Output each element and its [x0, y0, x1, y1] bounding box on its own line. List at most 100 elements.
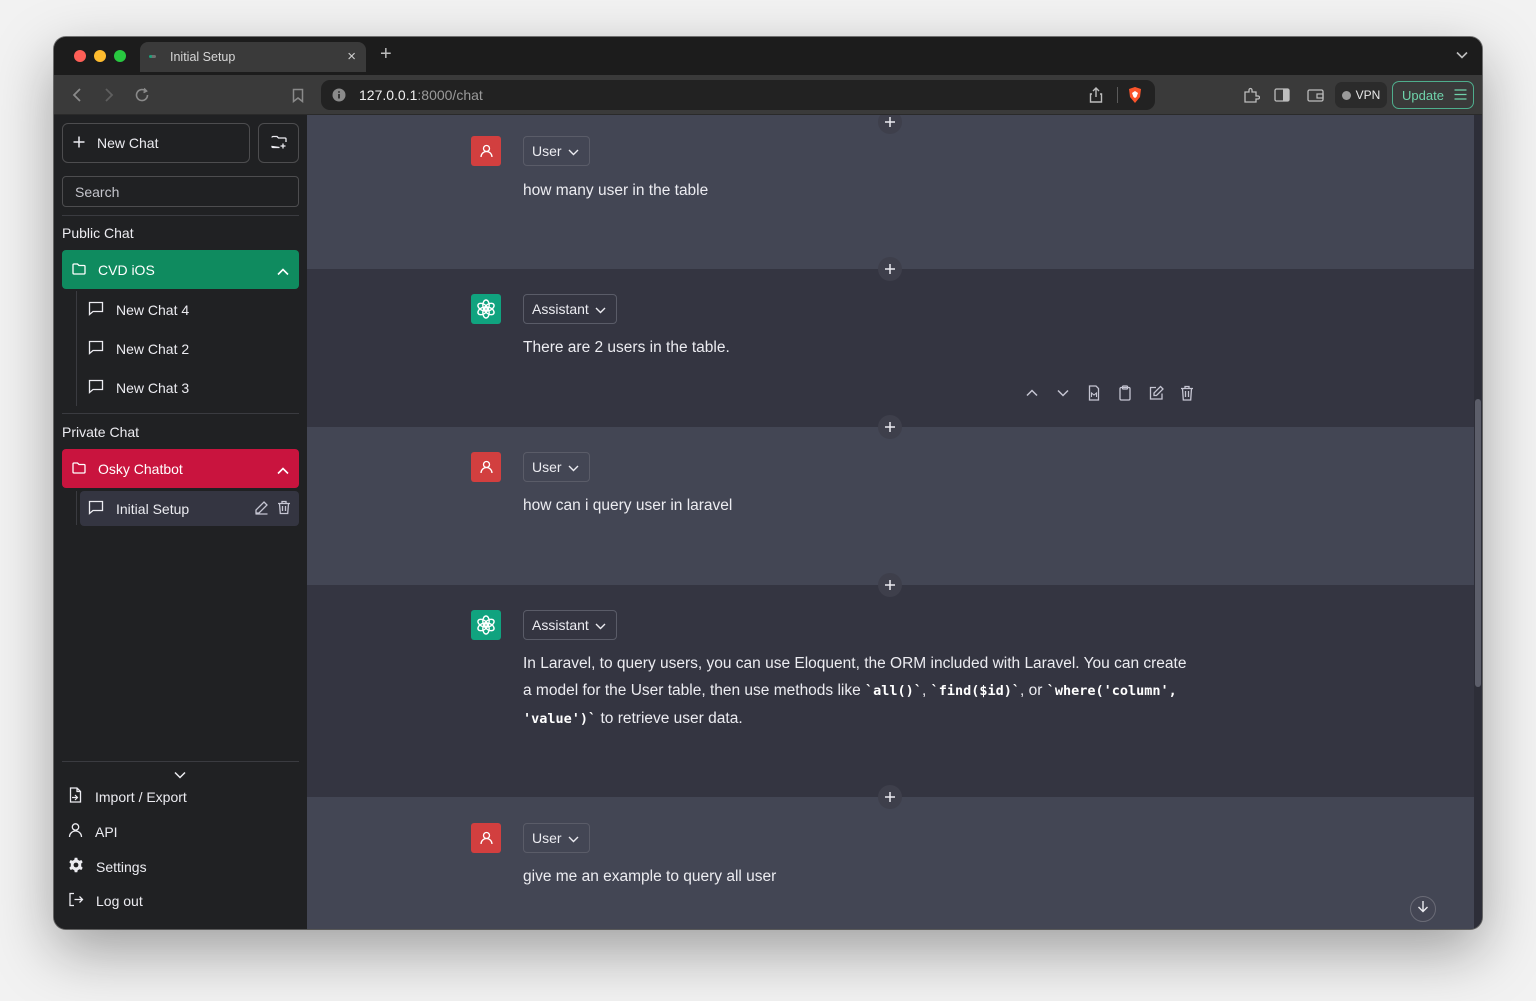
divider	[62, 413, 299, 414]
brave-shield-icon[interactable]	[1127, 86, 1143, 107]
scroll-to-bottom-button[interactable]	[1410, 896, 1436, 922]
edit-icon[interactable]	[1147, 385, 1165, 406]
chat-bubble-icon	[88, 301, 104, 319]
user-avatar	[471, 136, 501, 166]
plus-icon	[73, 135, 85, 151]
message-text-part: ,	[921, 682, 931, 699]
settings-label: Settings	[96, 858, 147, 875]
site-info-icon[interactable]	[332, 88, 346, 105]
chevron-down-icon	[595, 617, 606, 633]
close-tab-icon[interactable]: ×	[347, 48, 356, 65]
collapse-chevron-icon[interactable]	[174, 766, 186, 782]
insert-message-button[interactable]	[878, 257, 902, 281]
folder-cvd-ios[interactable]: CVD iOS	[62, 250, 299, 289]
sidebar-toggle-icon[interactable]	[1271, 84, 1293, 106]
minimize-window-button[interactable]	[94, 50, 106, 62]
chevron-up-icon[interactable]	[277, 462, 289, 478]
browser-tab[interactable]: Initial Setup ×	[140, 42, 366, 72]
trash-icon[interactable]	[277, 500, 291, 518]
folder-tree-line	[76, 491, 77, 525]
folder-icon	[72, 461, 86, 477]
chat-item-active[interactable]: Initial Setup	[80, 491, 299, 526]
role-select[interactable]: User	[523, 136, 590, 166]
new-folder-button[interactable]	[258, 123, 299, 163]
title-bar: Initial Setup × +	[54, 37, 1482, 75]
logout-button[interactable]: Log out	[68, 892, 143, 910]
folder-name: Osky Chatbot	[98, 460, 183, 477]
logout-label: Log out	[96, 893, 143, 909]
browser-toolbar: 127.0.0.1:8000/chat VPN Update	[54, 75, 1482, 115]
file-import-icon	[68, 787, 83, 806]
chevron-down-icon	[595, 301, 606, 317]
insert-message-button[interactable]	[878, 415, 902, 439]
wallet-icon[interactable]	[1304, 84, 1326, 106]
role-select[interactable]: Assistant	[523, 610, 617, 640]
inline-code: `all()`	[865, 683, 922, 699]
gear-icon	[68, 857, 84, 876]
insert-message-button[interactable]	[878, 785, 902, 809]
api-label: API	[95, 823, 118, 840]
folder-name: CVD iOS	[98, 261, 155, 278]
chat-title: New Chat 2	[116, 340, 190, 357]
role-label: Assistant	[532, 301, 589, 317]
trash-icon[interactable]	[1178, 385, 1196, 406]
scrollbar-thumb[interactable]	[1475, 399, 1481, 687]
update-button[interactable]: Update	[1392, 81, 1474, 109]
chat-item[interactable]: New Chat 4	[80, 292, 299, 327]
role-select[interactable]: Assistant	[523, 294, 617, 324]
folder-icon	[72, 262, 86, 278]
arrow-down-icon	[1417, 900, 1429, 918]
share-icon[interactable]	[1089, 87, 1103, 106]
insert-message-button[interactable]	[878, 573, 902, 597]
role-label: User	[532, 143, 562, 159]
forward-icon[interactable]	[98, 84, 120, 106]
reload-icon[interactable]	[131, 84, 153, 106]
new-tab-button[interactable]: +	[380, 43, 392, 66]
chat-item-actions	[254, 500, 291, 518]
chat-title: New Chat 3	[116, 379, 190, 396]
edit-icon[interactable]	[254, 500, 269, 518]
move-up-icon[interactable]	[1023, 385, 1041, 406]
chat-item[interactable]: New Chat 2	[80, 331, 299, 366]
message-text: how many user in the table	[523, 182, 709, 199]
url-path: :8000/chat	[417, 87, 483, 103]
chevron-down-icon	[568, 830, 579, 846]
address-bar[interactable]: 127.0.0.1:8000/chat	[321, 80, 1155, 110]
search-input[interactable]	[62, 176, 299, 207]
vpn-button[interactable]: VPN	[1335, 82, 1387, 108]
settings-button[interactable]: Settings	[68, 857, 147, 876]
user-icon	[68, 822, 83, 841]
message-text: In Laravel, to query users, you can use …	[523, 650, 1193, 733]
import-export-button[interactable]: Import / Export	[68, 787, 187, 806]
chevron-up-icon[interactable]	[277, 263, 289, 279]
close-window-button[interactable]	[74, 50, 86, 62]
tab-list-chevron-icon[interactable]	[1456, 46, 1468, 64]
new-chat-button[interactable]: New Chat	[62, 123, 250, 163]
chat-bubble-icon	[88, 340, 104, 358]
new-chat-label: New Chat	[97, 135, 159, 151]
extensions-icon[interactable]	[1240, 84, 1262, 106]
update-label: Update	[1402, 87, 1444, 103]
markdown-file-icon[interactable]	[1085, 385, 1103, 406]
message-text: give me an example to query all user	[523, 868, 777, 885]
role-select[interactable]: User	[523, 452, 590, 482]
browser-window: Initial Setup × + 127.0.0.1:8000/chat V…	[54, 37, 1482, 929]
chat-title: New Chat 4	[116, 301, 190, 318]
maximize-window-button[interactable]	[114, 50, 126, 62]
message-user: User give me an example to query all use…	[307, 797, 1474, 929]
back-icon[interactable]	[66, 84, 88, 106]
clipboard-icon[interactable]	[1116, 385, 1134, 406]
user-avatar	[471, 452, 501, 482]
divider	[62, 215, 299, 216]
api-button[interactable]: API	[68, 822, 118, 841]
vpn-label: VPN	[1355, 88, 1381, 102]
message-actions	[1023, 385, 1196, 406]
divider	[62, 761, 299, 762]
folder-osky-chatbot[interactable]: Osky Chatbot	[62, 449, 299, 488]
move-down-icon[interactable]	[1054, 385, 1072, 406]
chat-item[interactable]: New Chat 3	[80, 370, 299, 405]
bookmark-icon[interactable]	[287, 84, 309, 106]
chevron-down-icon	[568, 459, 579, 475]
toolbar-separator	[1117, 87, 1118, 103]
role-select[interactable]: User	[523, 823, 590, 853]
